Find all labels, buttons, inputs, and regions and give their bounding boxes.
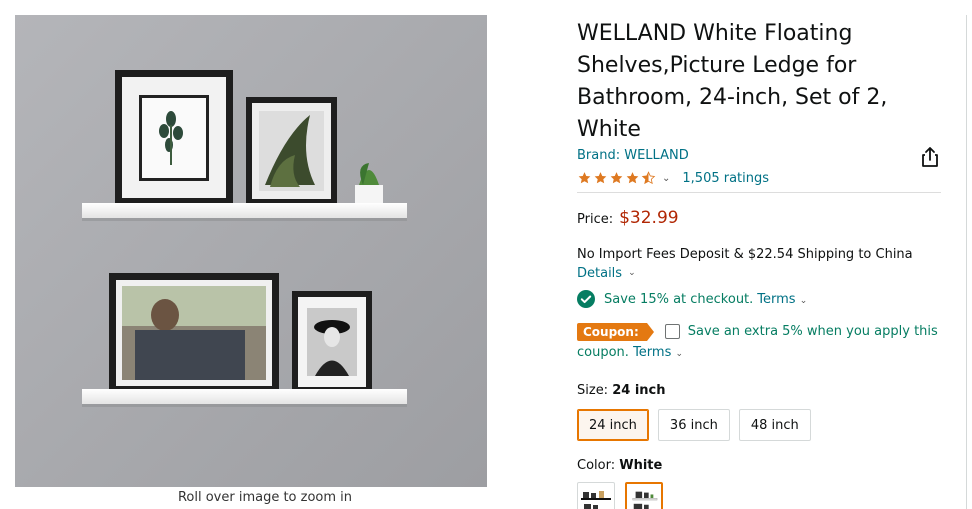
color-swatch-black-white[interactable] [577,482,615,509]
star-full-icon [594,172,607,184]
star-full-icon [626,172,639,184]
coupon-checkbox[interactable] [664,324,680,339]
price-row: Price: $32.99 [577,208,952,232]
size-options: 24 inch 36 inch 48 inch [577,409,952,441]
chevron-down-icon: ⌄ [799,295,808,306]
chevron-down-icon: ⌄ [628,268,636,278]
zoom-hint: Roll over image to zoom in [177,490,353,505]
color-options [577,482,952,509]
promo-terms-label: Terms [757,291,796,307]
chevron-down-icon[interactable]: ⌄ [662,173,670,184]
star-half-icon [641,171,656,185]
swatch-thumbnail [632,491,658,509]
shipping-details-label: Details [577,266,623,281]
scrollbar-track[interactable] [966,15,967,509]
swatch-thumbnail [581,491,611,509]
promo-text: Save 15% at checkout. [604,291,754,307]
chevron-down-icon: ⌄ [675,349,684,359]
size-selected-value: 24 inch [612,383,666,398]
price-value: $32.99 [619,208,679,228]
price-label: Price: [577,212,614,227]
share-icon[interactable] [920,146,940,168]
coupon-row: Coupon: Save an extra 5% when you apply t… [577,321,947,365]
product-details: WELLAND White Floating Shelves,Picture L… [577,18,952,509]
rating-row: ⌄ 1,505 ratings [577,166,952,190]
shipping-details-link[interactable]: Details ⌄ [577,264,636,283]
coupon-badge: Coupon: [577,322,654,341]
product-title: WELLAND White Floating Shelves,Picture L… [577,21,888,142]
color-selected-value: White [619,458,663,473]
product-photo [15,15,487,487]
coupon-terms-label: Terms [633,345,672,360]
product-main-image[interactable] [15,15,487,487]
shipping-text: No Import Fees Deposit & $22.54 Shipping… [577,247,913,262]
divider [577,192,941,193]
size-option-24-inch[interactable]: 24 inch [577,409,649,441]
color-swatch-white[interactable] [625,482,663,509]
star-full-icon [578,172,591,184]
color-label: Color: White [577,458,952,473]
size-option-36-inch[interactable]: 36 inch [657,409,730,441]
size-label: Size: 24 inch [577,383,952,398]
size-option-48-inch[interactable]: 48 inch [738,409,811,441]
color-label-text: Color: [577,458,616,473]
ratings-count-link[interactable]: 1,505 ratings [682,171,769,186]
coupon-terms-link[interactable]: Terms ⌄ [633,345,683,360]
check-circle-icon [577,290,595,308]
size-label-text: Size: [577,383,609,398]
promo-row: Save 15% at checkout. Terms ⌄ [577,288,952,310]
star-full-icon [610,172,623,184]
brand-link[interactable]: Brand: WELLAND [577,148,689,163]
star-rating[interactable] [577,171,656,185]
promo-terms-link[interactable]: Terms ⌄ [757,292,807,307]
shipping-info: No Import Fees Deposit & $22.54 Shipping… [577,245,947,283]
